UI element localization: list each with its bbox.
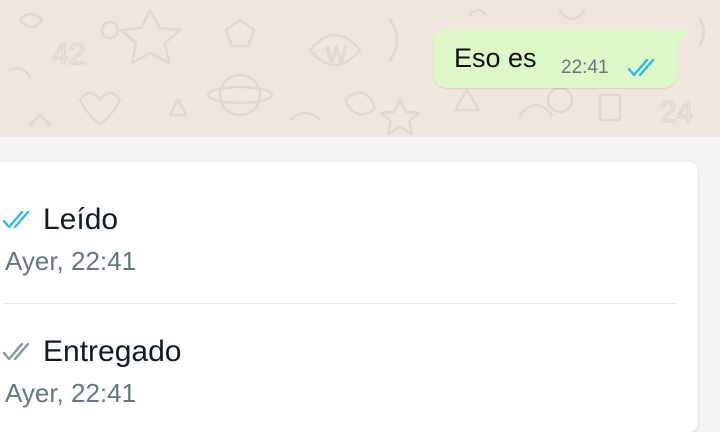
svg-text:24: 24 xyxy=(660,96,693,129)
double-check-read-icon xyxy=(2,210,30,229)
chat-area: 42 W 24 Eso es 22:41 xyxy=(0,0,720,137)
read-label: Leído xyxy=(43,203,119,236)
delivered-label: Entregado xyxy=(43,335,182,368)
message-info-panel: Leído Ayer, 22:41 Entregado Ayer, 22:41 xyxy=(0,162,698,432)
divider xyxy=(4,303,676,304)
double-check-read-icon xyxy=(627,58,655,77)
message-time: 22:41 xyxy=(561,57,609,78)
message-text: Eso es xyxy=(454,43,537,73)
delivered-time: Ayer, 22:41 xyxy=(5,378,137,408)
svg-text:W: W xyxy=(326,42,347,67)
double-check-delivered-icon xyxy=(2,342,30,361)
message-bubble[interactable]: Eso es 22:41 xyxy=(433,30,677,88)
read-time: Ayer, 22:41 xyxy=(5,246,137,276)
svg-text:42: 42 xyxy=(52,38,85,71)
message-bubble-tail xyxy=(676,30,690,44)
